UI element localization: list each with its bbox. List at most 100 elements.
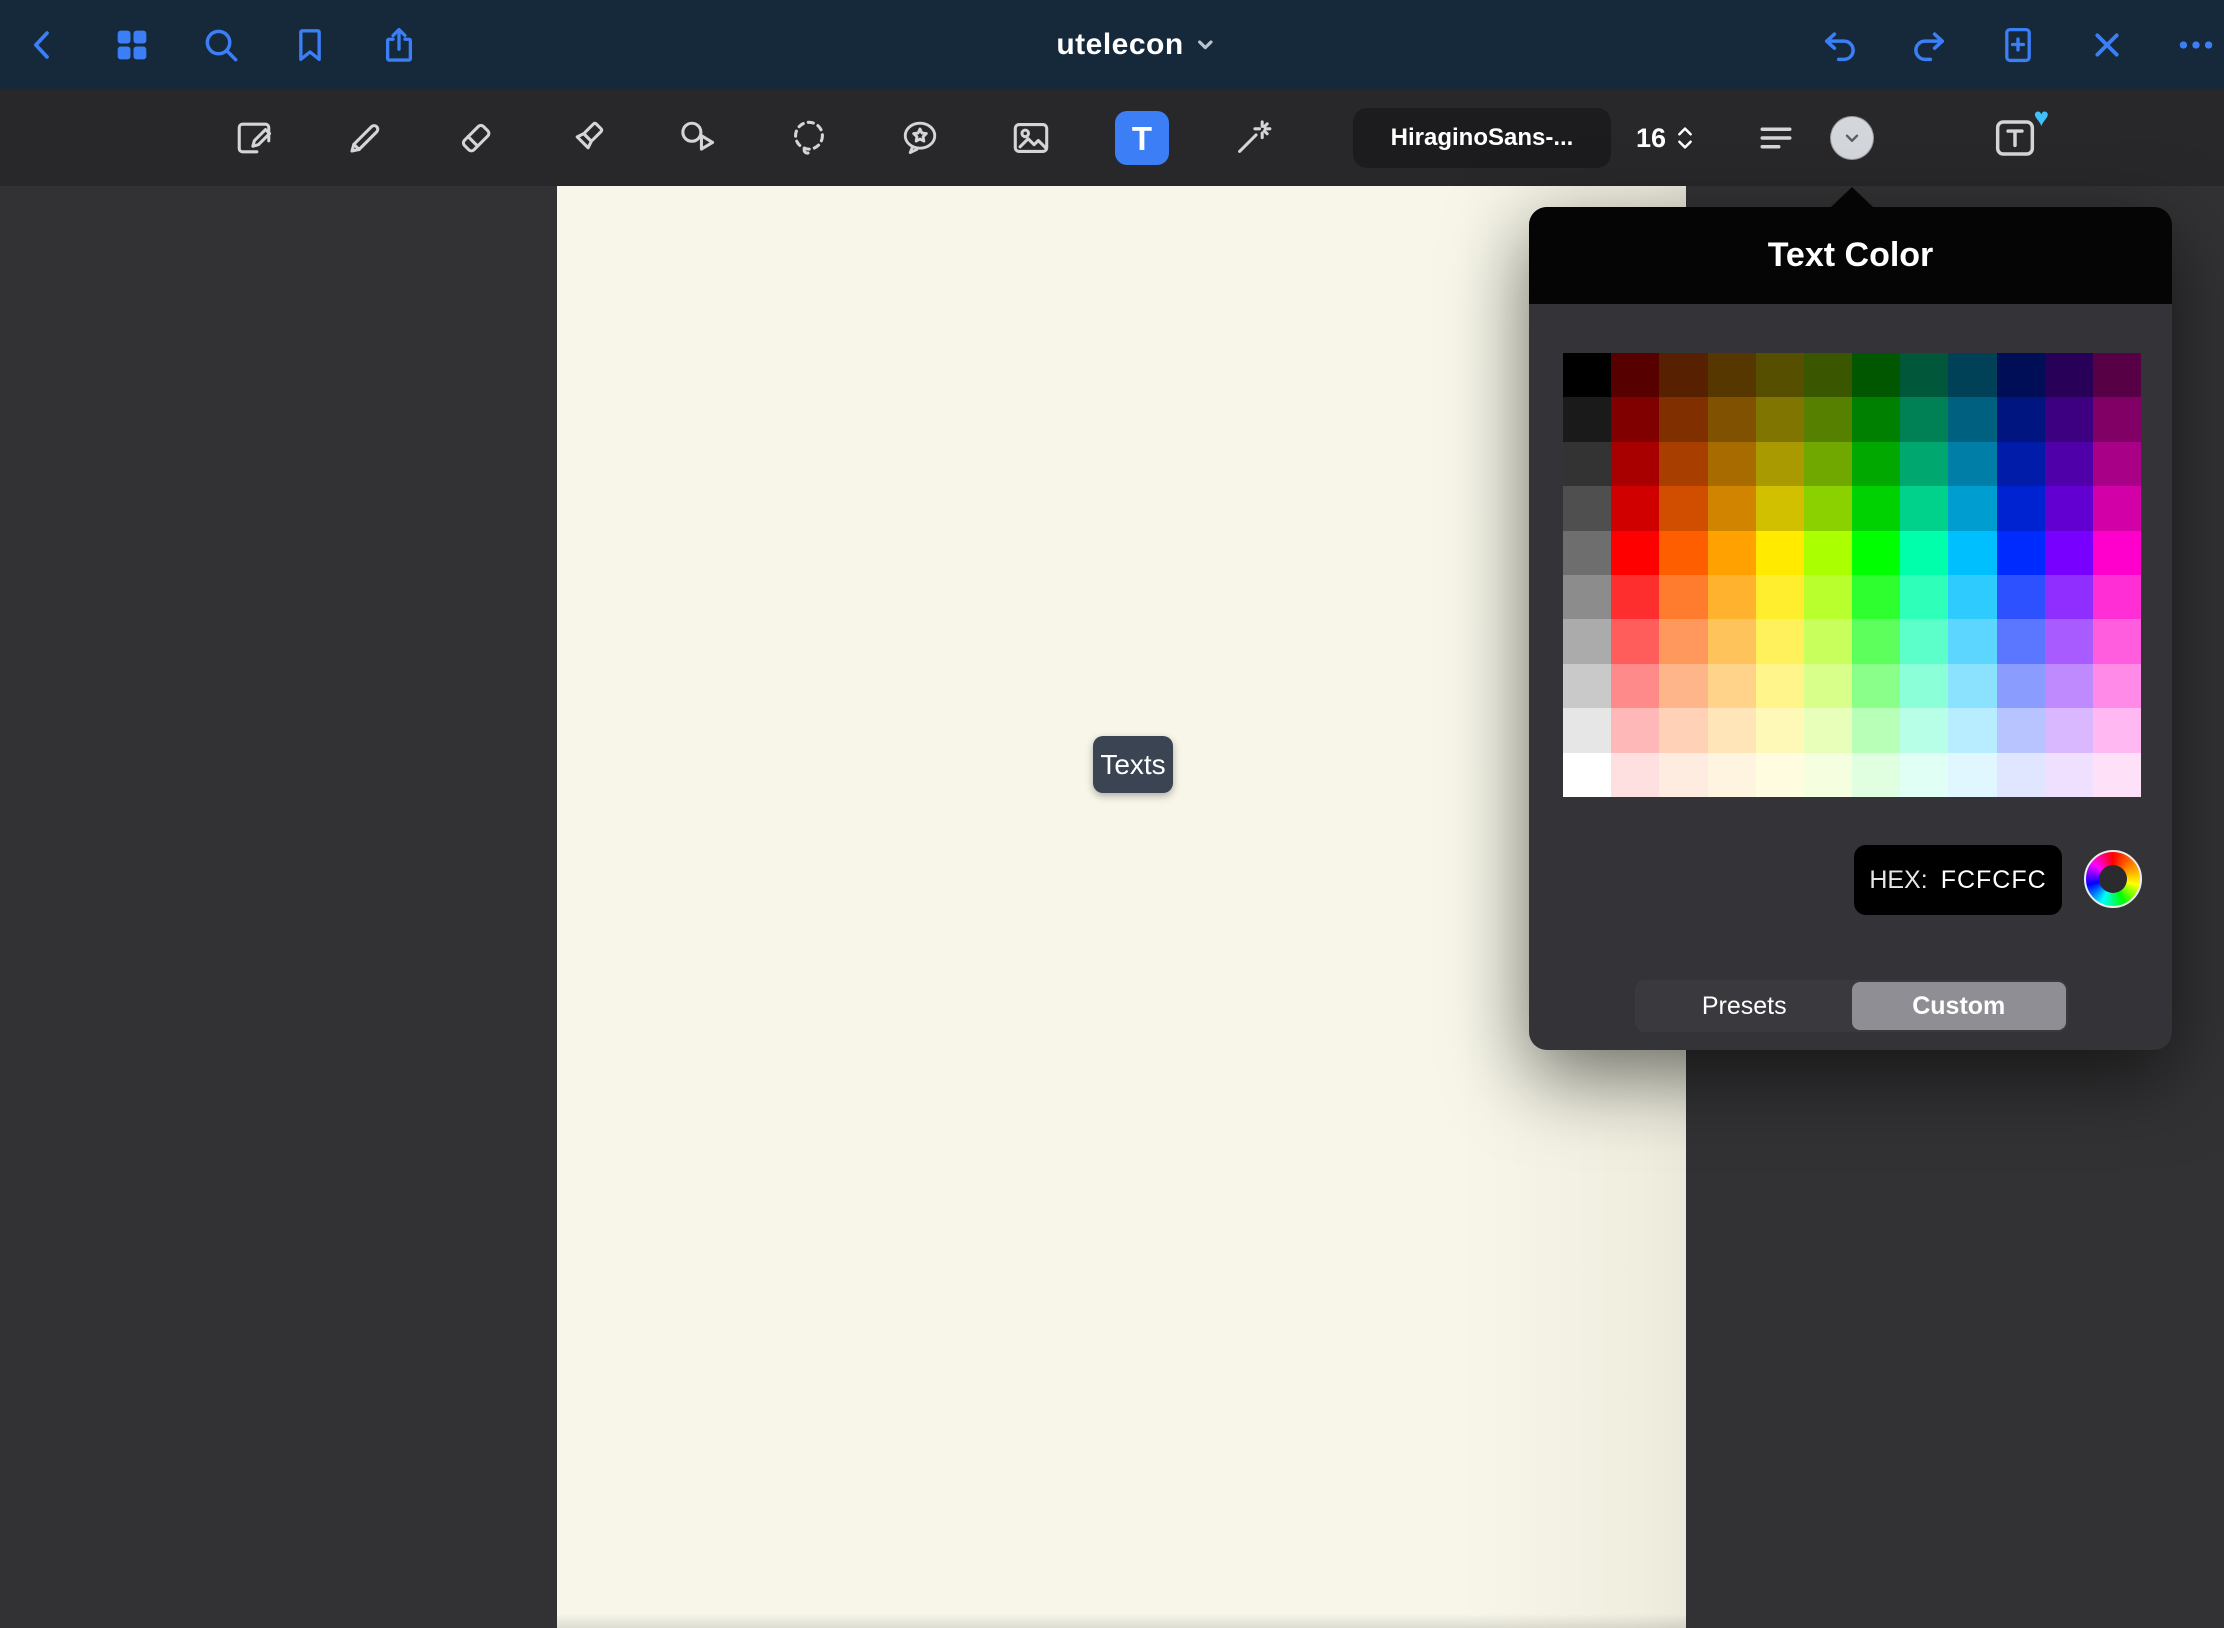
page-canvas[interactable]: Texts	[557, 186, 1686, 1628]
color-swatch-cell[interactable]	[1948, 753, 1996, 797]
color-swatch-cell[interactable]	[1611, 619, 1659, 663]
text-object[interactable]: Texts	[1093, 736, 1173, 793]
segment-presets[interactable]: Presets	[1637, 982, 1852, 1030]
color-swatch-cell[interactable]	[1997, 664, 2045, 708]
color-swatch-cell[interactable]	[1708, 397, 1756, 441]
color-swatch-cell[interactable]	[1804, 486, 1852, 530]
color-swatch-cell[interactable]	[1756, 664, 1804, 708]
color-swatch-cell[interactable]	[1708, 708, 1756, 752]
color-swatch-cell[interactable]	[1948, 442, 1996, 486]
color-swatch-cell[interactable]	[1756, 531, 1804, 575]
color-swatch-cell[interactable]	[1900, 397, 1948, 441]
color-swatch-cell[interactable]	[1708, 664, 1756, 708]
color-swatch-cell[interactable]	[1563, 442, 1611, 486]
tool-shapes-button[interactable]	[674, 114, 722, 162]
color-swatch-cell[interactable]	[1997, 353, 2045, 397]
color-swatch-cell[interactable]	[1900, 664, 1948, 708]
color-swatch-cell[interactable]	[1563, 664, 1611, 708]
color-swatch-cell[interactable]	[1563, 353, 1611, 397]
color-swatch-cell[interactable]	[1756, 753, 1804, 797]
color-swatch-cell[interactable]	[1756, 708, 1804, 752]
color-swatch-cell[interactable]	[2093, 486, 2141, 530]
color-swatch-cell[interactable]	[1659, 753, 1707, 797]
tool-image-button[interactable]	[1007, 114, 1055, 162]
text-alignment-button[interactable]	[1752, 114, 1800, 162]
add-page-button[interactable]	[1996, 23, 2040, 67]
font-size-stepper[interactable]: 16	[1636, 108, 1695, 168]
tool-pen-button[interactable]	[341, 114, 389, 162]
color-swatch-cell[interactable]	[1900, 708, 1948, 752]
segment-custom[interactable]: Custom	[1852, 982, 2067, 1030]
color-swatch-cell[interactable]	[1756, 353, 1804, 397]
color-wheel-button[interactable]	[2084, 850, 2142, 908]
color-swatch-cell[interactable]	[1756, 575, 1804, 619]
color-swatch-cell[interactable]	[1804, 397, 1852, 441]
color-swatch-cell[interactable]	[2093, 619, 2141, 663]
color-swatch-cell[interactable]	[1852, 708, 1900, 752]
more-button[interactable]	[2174, 23, 2218, 67]
color-swatch-cell[interactable]	[1804, 664, 1852, 708]
color-swatch-cell[interactable]	[1659, 531, 1707, 575]
color-swatch-cell[interactable]	[1997, 753, 2045, 797]
color-swatch-cell[interactable]	[1900, 575, 1948, 619]
color-swatch-cell[interactable]	[1611, 531, 1659, 575]
color-swatch-cell[interactable]	[2045, 575, 2093, 619]
color-swatch-cell[interactable]	[1852, 531, 1900, 575]
color-swatch-cell[interactable]	[1900, 442, 1948, 486]
color-swatch-cell[interactable]	[1852, 442, 1900, 486]
color-swatch-cell[interactable]	[1948, 575, 1996, 619]
color-swatch-cell[interactable]	[1563, 531, 1611, 575]
color-swatch-cell[interactable]	[1659, 353, 1707, 397]
color-swatch-cell[interactable]	[2045, 531, 2093, 575]
color-swatch-cell[interactable]	[1997, 397, 2045, 441]
color-swatch-cell[interactable]	[1563, 575, 1611, 619]
color-swatch-cell[interactable]	[1756, 486, 1804, 530]
color-swatch-cell[interactable]	[1563, 753, 1611, 797]
color-swatch-cell[interactable]	[1563, 708, 1611, 752]
color-swatch-cell[interactable]	[1611, 753, 1659, 797]
color-swatch-cell[interactable]	[1948, 664, 1996, 708]
text-box-style-button[interactable]: ♥	[1989, 112, 2041, 164]
color-swatch-cell[interactable]	[1708, 531, 1756, 575]
color-swatch-cell[interactable]	[1563, 619, 1611, 663]
color-swatch-cell[interactable]	[1708, 575, 1756, 619]
hex-color-field[interactable]: HEX: FCFCFC	[1854, 845, 2062, 915]
color-swatch-cell[interactable]	[1997, 575, 2045, 619]
color-swatch-cell[interactable]	[1804, 531, 1852, 575]
tool-page-edit-button[interactable]	[230, 114, 278, 162]
color-swatch-cell[interactable]	[1948, 397, 1996, 441]
color-swatch-cell[interactable]	[1659, 708, 1707, 752]
tool-lasso-button[interactable]	[785, 114, 833, 162]
color-swatch-cell[interactable]	[2093, 442, 2141, 486]
color-swatch-cell[interactable]	[1900, 619, 1948, 663]
color-swatch-cell[interactable]	[1852, 619, 1900, 663]
color-swatch-cell[interactable]	[1611, 708, 1659, 752]
color-swatch-cell[interactable]	[1948, 486, 1996, 530]
color-swatch-cell[interactable]	[2045, 619, 2093, 663]
color-swatch-cell[interactable]	[1997, 708, 2045, 752]
color-swatch-cell[interactable]	[2045, 397, 2093, 441]
color-swatch-cell[interactable]	[1900, 753, 1948, 797]
color-swatch-cell[interactable]	[1611, 442, 1659, 486]
color-swatch-cell[interactable]	[2093, 353, 2141, 397]
color-swatch-cell[interactable]	[1611, 575, 1659, 619]
color-swatch-cell[interactable]	[1804, 753, 1852, 797]
tool-highlighter-button[interactable]	[563, 114, 611, 162]
color-swatch-cell[interactable]	[2093, 531, 2141, 575]
color-swatch-cell[interactable]	[1997, 486, 2045, 530]
redo-button[interactable]	[1907, 23, 1951, 67]
tool-elements-button[interactable]	[896, 114, 944, 162]
color-swatch-cell[interactable]	[1659, 575, 1707, 619]
font-family-button[interactable]: HiraginoSans-...	[1353, 108, 1611, 168]
color-swatch-cell[interactable]	[1708, 486, 1756, 530]
document-title-button[interactable]: utelecon	[1056, 0, 1215, 90]
color-swatch-cell[interactable]	[1659, 397, 1707, 441]
color-swatch-cell[interactable]	[1804, 708, 1852, 752]
color-swatch-cell[interactable]	[1611, 486, 1659, 530]
color-swatch-cell[interactable]	[1900, 531, 1948, 575]
color-swatch-cell[interactable]	[2045, 708, 2093, 752]
color-swatch-cell[interactable]	[2045, 486, 2093, 530]
color-swatch-cell[interactable]	[1708, 442, 1756, 486]
color-swatch-cell[interactable]	[2093, 708, 2141, 752]
color-swatch-cell[interactable]	[1852, 397, 1900, 441]
